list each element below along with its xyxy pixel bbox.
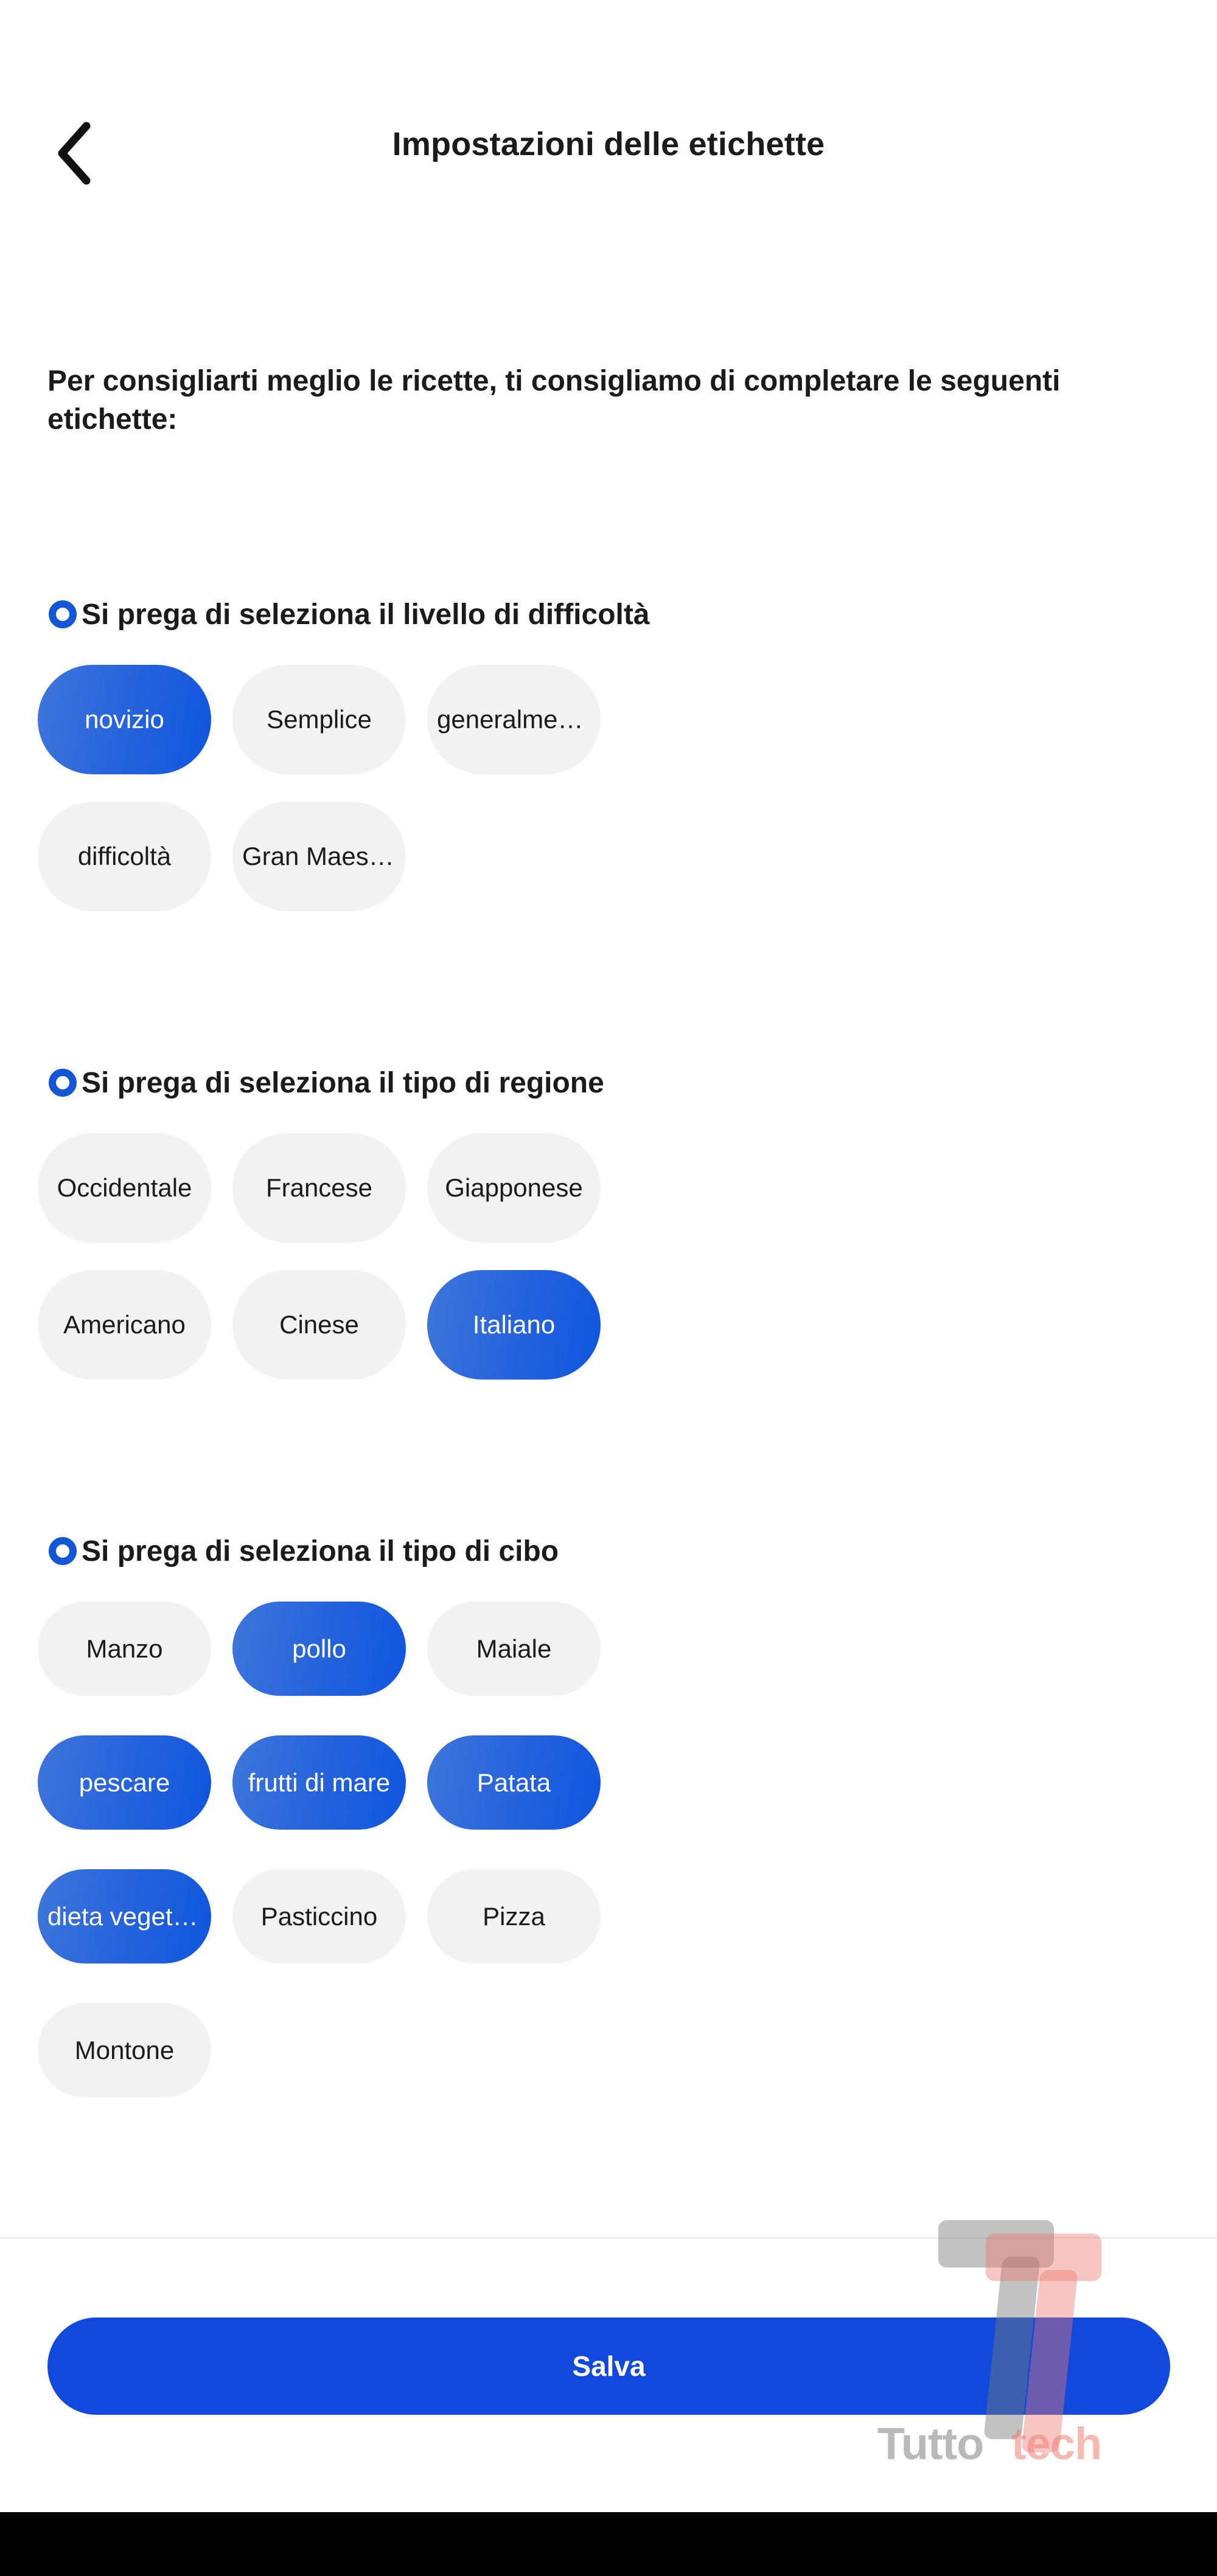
chip-pescare[interactable]: pescare: [38, 1735, 211, 1830]
chip-label: Gran Maestro: [242, 842, 396, 870]
chip-maiale[interactable]: Maiale: [427, 1602, 601, 1696]
chip-cinese[interactable]: Cinese: [232, 1270, 406, 1380]
chip-label: difficoltà: [77, 842, 172, 870]
system-navigation-bar: [0, 2512, 1217, 2576]
difficulty-chip-grid: novizio Semplice generalmente difficoltà…: [0, 665, 1217, 911]
chip-difficolta[interactable]: difficoltà: [38, 802, 211, 911]
save-button[interactable]: Salva: [47, 2317, 1170, 2415]
radio-ring-icon: [49, 1069, 77, 1097]
chip-label: Italiano: [472, 1310, 556, 1339]
chip-label: Manzo: [86, 1634, 163, 1663]
chip-label: Maiale: [476, 1634, 552, 1663]
section-header: Si prega di seleziona il tipo di cibo: [0, 1530, 1217, 1572]
chip-label: pollo: [292, 1634, 346, 1663]
section-header: Si prega di seleziona il tipo di regione: [0, 1061, 1217, 1104]
chip-pollo[interactable]: pollo: [232, 1602, 406, 1696]
chip-patata[interactable]: Patata: [427, 1735, 601, 1830]
food-chip-grid: Manzo pollo Maiale pescare frutti di mar…: [0, 1602, 1217, 2097]
watermark-text: Tutto tech: [870, 2418, 1217, 2473]
chip-montone[interactable]: Montone: [38, 2003, 211, 2097]
watermark-word-tutto: Tutto: [877, 2418, 984, 2469]
chip-label: Francese: [265, 1173, 373, 1202]
section-difficulty: Si prega di seleziona il livello di diff…: [0, 593, 1217, 911]
chip-giapponese[interactable]: Giapponese: [427, 1133, 601, 1243]
chip-gran-maestro[interactable]: Gran Maestro: [232, 802, 406, 911]
chip-label: Americano: [63, 1310, 186, 1339]
chip-manzo[interactable]: Manzo: [38, 1602, 211, 1696]
chip-pizza[interactable]: Pizza: [427, 1869, 601, 1963]
chip-americano[interactable]: Americano: [38, 1270, 211, 1380]
chip-label: pescare: [78, 1768, 170, 1797]
chip-generalmente[interactable]: generalmente: [427, 665, 601, 774]
watermark-word-tech: tech: [1011, 2418, 1102, 2469]
intro-text: Per consigliarti meglio le ricette, ti c…: [47, 365, 1061, 436]
chip-label: dieta vegetaria...: [47, 1901, 201, 1931]
chip-novizio[interactable]: novizio: [38, 665, 211, 774]
chip-frutti-di-mare[interactable]: frutti di mare: [232, 1735, 406, 1830]
section-region: Si prega di seleziona il tipo di regione…: [0, 1061, 1217, 1380]
chip-label: frutti di mare: [248, 1768, 391, 1797]
chip-label: Patata: [476, 1768, 551, 1797]
chip-label: Montone: [74, 2035, 175, 2064]
chip-francese[interactable]: Francese: [232, 1133, 406, 1243]
section-title: Si prega di seleziona il tipo di cibo: [82, 1535, 559, 1567]
region-chip-grid: Occidentale Francese Giapponese American…: [0, 1133, 1217, 1380]
section-title: Si prega di seleziona il tipo di regione: [82, 1066, 604, 1099]
radio-ring-icon: [49, 1537, 77, 1565]
section-header: Si prega di seleziona il livello di diff…: [0, 593, 1217, 636]
chip-pasticcino[interactable]: Pasticcino: [232, 1869, 406, 1963]
chip-italiano[interactable]: Italiano: [427, 1270, 601, 1380]
chip-label: Cinese: [279, 1310, 359, 1339]
chip-label: Giapponese: [445, 1173, 583, 1202]
chip-label: Pizza: [483, 1901, 545, 1931]
chip-label: novizio: [85, 705, 164, 734]
chip-label: Occidentale: [57, 1173, 192, 1202]
chip-occidentale[interactable]: Occidentale: [38, 1133, 211, 1243]
footer-divider: [0, 2237, 1217, 2238]
chip-label: generalmente: [437, 705, 591, 734]
chip-label: Semplice: [267, 705, 372, 734]
chip-dieta-vegetariana[interactable]: dieta vegetaria...: [38, 1869, 211, 1963]
section-title: Si prega di seleziona il livello di diff…: [82, 598, 650, 631]
section-food: Si prega di seleziona il tipo di cibo Ma…: [0, 1530, 1217, 2097]
chip-semplice[interactable]: Semplice: [232, 665, 406, 774]
radio-ring-icon: [49, 600, 77, 628]
page-title: Impostazioni delle etichette: [392, 126, 825, 162]
chip-label: Pasticcino: [260, 1901, 378, 1931]
save-button-label: Salva: [572, 2350, 646, 2382]
app-header: Impostazioni delle etichette: [0, 0, 1217, 237]
